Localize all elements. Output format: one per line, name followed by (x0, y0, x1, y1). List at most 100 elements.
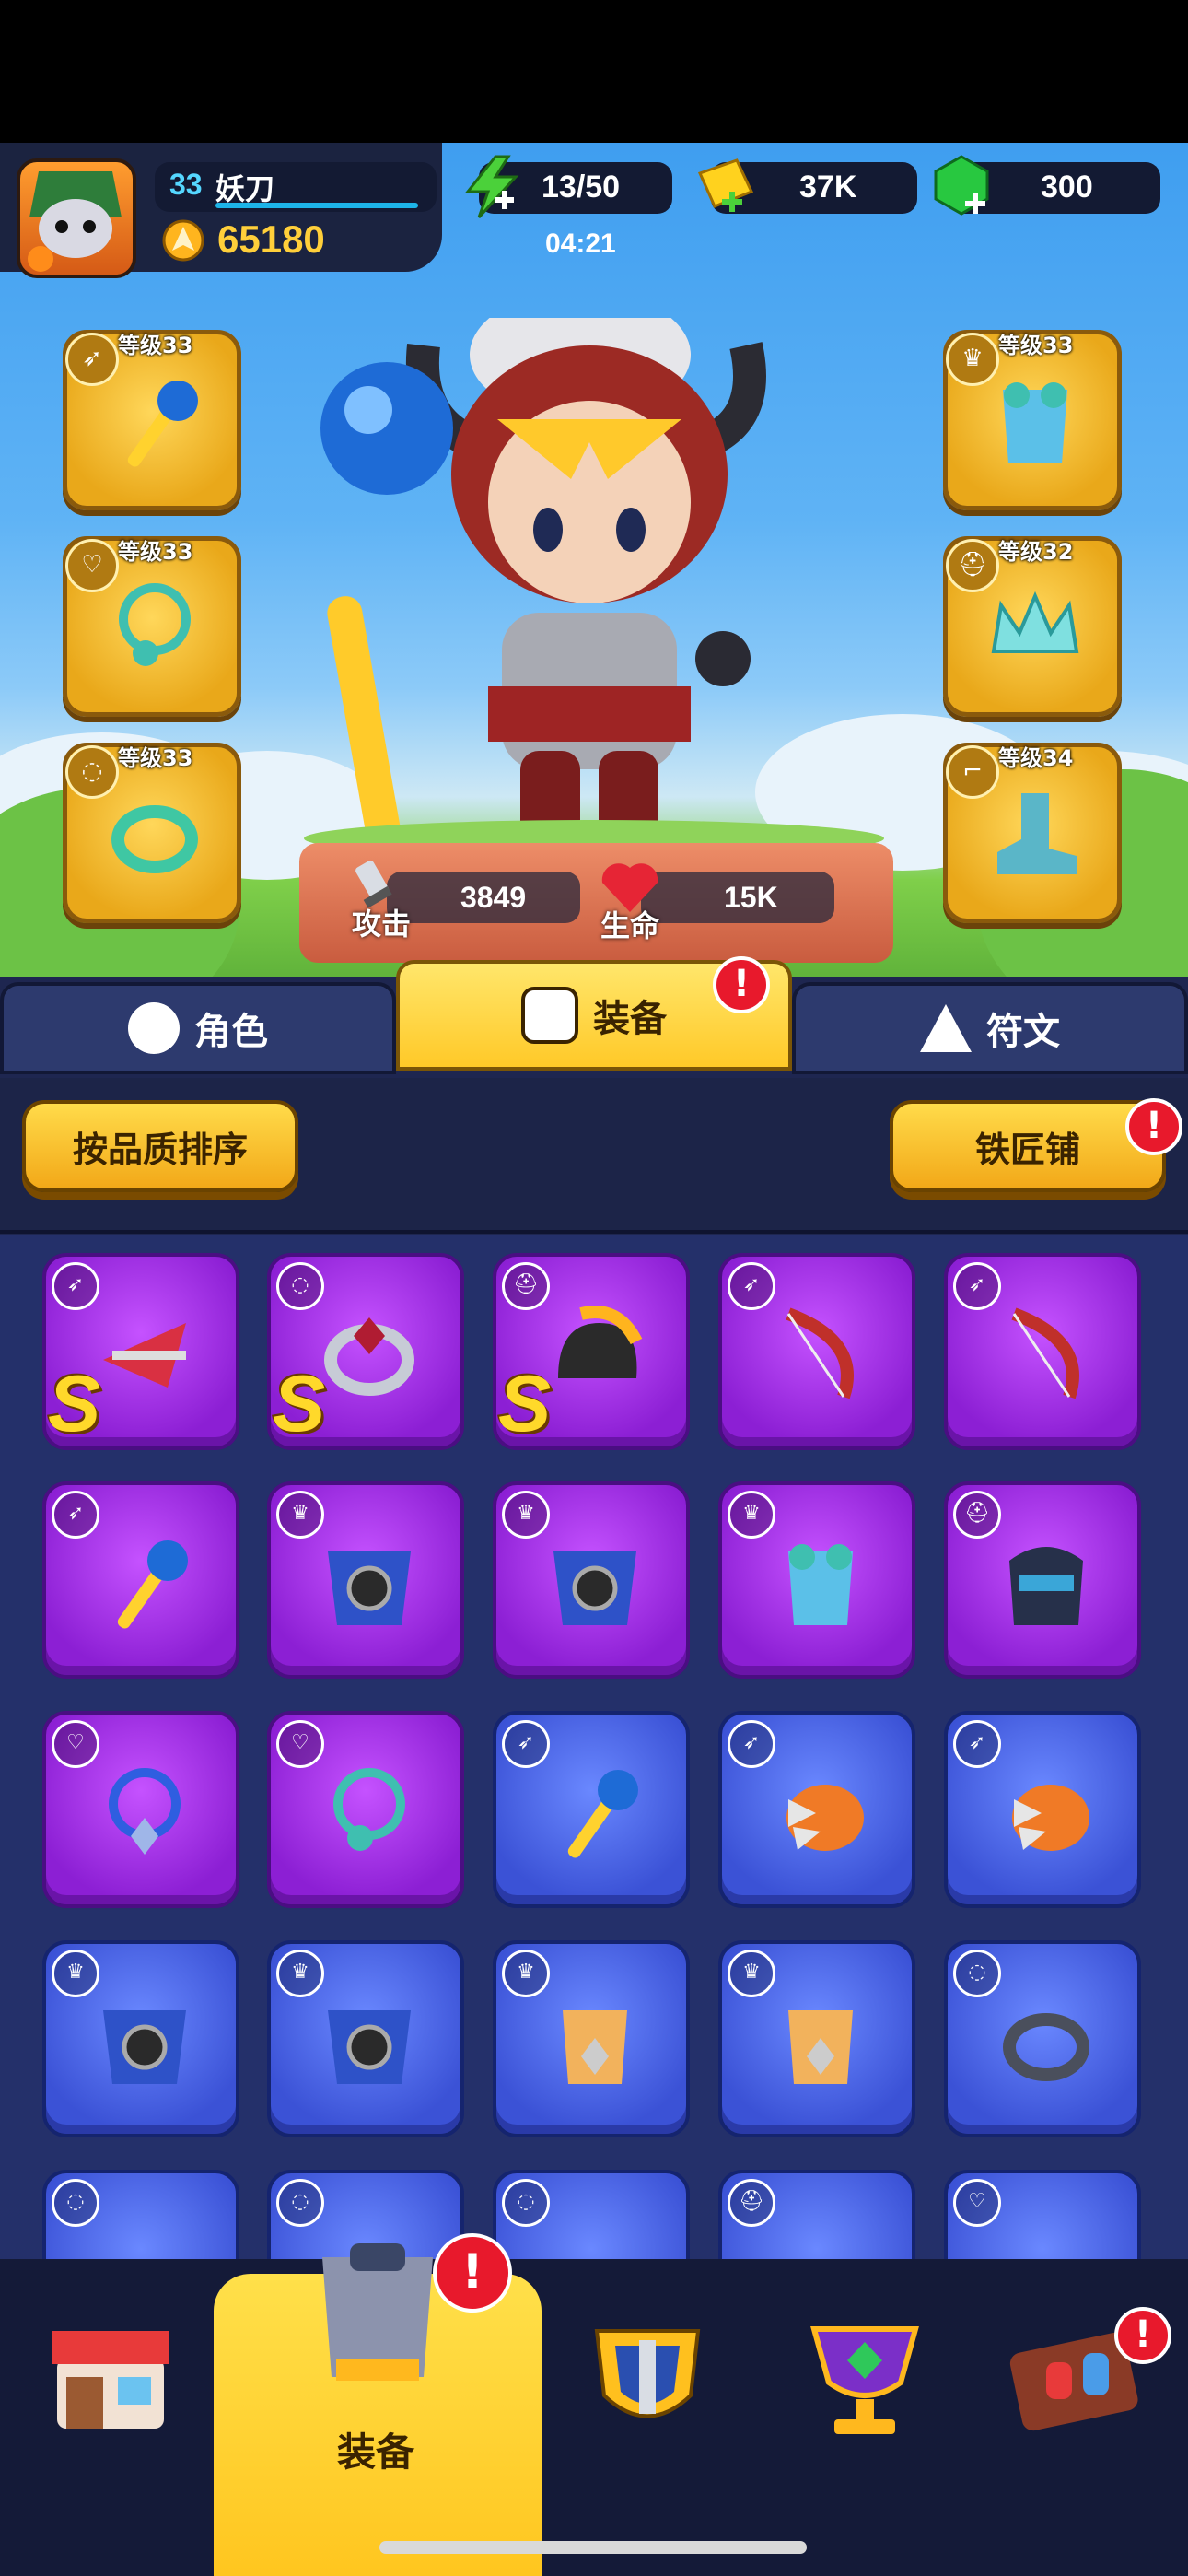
power-icon (162, 219, 204, 262)
armor-type-icon: ♛ (276, 1950, 324, 1997)
tab-character-label: 角色 (194, 1011, 268, 1053)
inventory-item[interactable]: ⛑ S (493, 1253, 690, 1450)
inventory-item[interactable]: ♛ (42, 1940, 239, 2137)
attack-pill: 3849 (387, 872, 580, 923)
slot-level: 等级33 (118, 333, 193, 358)
energy-bolt-icon (464, 155, 519, 219)
bow-icon (786, 1307, 854, 1399)
helmet-icon (558, 1306, 643, 1378)
claw-icon (1012, 1785, 1089, 1851)
mask-helmet-icon (1009, 1547, 1083, 1625)
bow-type-icon: ➶ (502, 1720, 550, 1768)
inventory-item[interactable]: ➶ (944, 1253, 1141, 1450)
shop-icon[interactable] (46, 2313, 175, 2432)
inventory-item[interactable]: ◌ (944, 1940, 1141, 2137)
staff-icon (127, 381, 198, 467)
equip-slot-helmet[interactable]: ⛑ 等级32 (943, 536, 1122, 717)
ring-type-icon: ◌ (953, 1950, 1001, 1997)
armor-type-icon: ♛ (502, 1950, 550, 1997)
equip-slot-boots[interactable]: ⌐ 等级34 (943, 743, 1122, 923)
inventory-item[interactable]: ♛ (267, 1940, 464, 2137)
nav-equipment-label: 装备 (337, 2430, 415, 2475)
inventory-item[interactable]: ♛ (267, 1481, 464, 1679)
grade-s-label: S (498, 1360, 552, 1448)
crossbow-icon (103, 1323, 186, 1388)
necklace-type-icon: ♡ (276, 1720, 324, 1768)
equip-slot-necklace[interactable]: ♡ 等级33 (63, 536, 241, 717)
bow-type-icon: ➶ (728, 1262, 775, 1310)
ring-type-icon: ◌ (502, 2179, 550, 2227)
inventory-item[interactable]: ➶ S (42, 1253, 239, 1450)
inventory-item[interactable]: ♡ (42, 1711, 239, 1908)
necklace-type-icon: ♡ (953, 2179, 1001, 2227)
inventory-item[interactable]: ♛ (718, 1940, 915, 2137)
player-avatar[interactable] (17, 158, 136, 278)
claw-icon (786, 1785, 864, 1851)
inventory-item[interactable]: ➶ (718, 1253, 915, 1450)
boots-icon (997, 793, 1077, 874)
inventory-item[interactable]: ◌ (493, 2170, 690, 2259)
blacksmith-button[interactable]: 铁匠铺 (890, 1100, 1166, 1192)
bow-type-icon: ➶ (728, 1720, 775, 1768)
slot-level: 等级33 (998, 333, 1074, 358)
tab-equipment-label: 装备 (593, 998, 667, 1040)
inventory-item[interactable]: ➶ (493, 1711, 690, 1908)
armor-type-icon: ♛ (728, 1950, 775, 1997)
armor-type-icon: ♛ (502, 1491, 550, 1539)
armor-icon (1003, 382, 1067, 463)
player-power: 65180 (217, 217, 325, 261)
inventory-item[interactable]: ⛑ (944, 1481, 1141, 1679)
tab-character[interactable]: 角色 (0, 982, 396, 1074)
sort-by-quality-button[interactable]: 按品质排序 (22, 1100, 298, 1192)
gold-value: 37K (799, 170, 857, 205)
hp-label: 生命 (600, 909, 660, 943)
equip-slot-ring[interactable]: ◌ 等级33 (63, 743, 241, 923)
inventory-item[interactable]: ◌ (42, 2170, 239, 2259)
attack-label: 攻击 (352, 907, 412, 941)
inventory-grid: ➶ S ◌ S ⛑ S ➶ ➶ ➶ ♛ ♛ ♛ ⛑ ♡ ♡ ➶ ➶ ➶ ♛ ♛ … (0, 1235, 1188, 2259)
slot-level: 等级33 (118, 539, 193, 565)
ring-type-icon: ◌ (276, 1262, 324, 1310)
helmet-type-icon: ⛑ (953, 1491, 1001, 1539)
armor-icon (788, 1544, 853, 1625)
cat-avatar-icon (28, 171, 122, 272)
bow-icon (1011, 1307, 1079, 1399)
character-tab-icon (128, 1002, 180, 1054)
hp-pill: 15K (641, 872, 834, 923)
equip-slot-armor[interactable]: ♛ 等级33 (943, 330, 1122, 510)
inventory-item[interactable]: ♛ (718, 1481, 915, 1679)
slot-level: 等级34 (998, 745, 1074, 771)
cloak-armor-icon (553, 1551, 636, 1625)
tab-runes-label: 符文 (986, 1011, 1060, 1053)
sort-button-label: 按品质排序 (72, 1129, 248, 1170)
equipment-tab-alert-badge: ! (713, 956, 770, 1013)
grade-s-label: S (273, 1360, 326, 1448)
inventory-item[interactable]: ♛ (493, 1481, 690, 1679)
equip-slot-weapon[interactable]: ➶ 等级33 (63, 330, 241, 510)
ring-icon (111, 805, 198, 873)
inventory-item[interactable]: ⛑ (718, 2170, 915, 2259)
necklace-icon (109, 1768, 181, 1855)
trophy-icon[interactable] (805, 2316, 925, 2445)
home-indicator (379, 2541, 807, 2554)
armor-type-icon: ♛ (276, 1491, 324, 1539)
helmet-type-icon: ⛑ (502, 1262, 550, 1310)
inventory-item[interactable]: ➶ (944, 1711, 1141, 1908)
player-level-pill: 33 妖刀 (155, 162, 437, 212)
inventory-item[interactable]: ♛ (493, 1940, 690, 2137)
inventory-item[interactable]: ♡ (267, 1711, 464, 1908)
bow-type-icon: ➶ (52, 1262, 99, 1310)
bow-type-icon: ➶ (953, 1262, 1001, 1310)
ring-type-icon: ◌ (276, 2179, 324, 2227)
shield-icon[interactable] (588, 2313, 707, 2441)
armor-type-icon: ♛ (728, 1491, 775, 1539)
crafting-alert-badge: ! (1114, 2307, 1171, 2364)
inventory-item[interactable]: ♡ (944, 2170, 1141, 2259)
chest-armor-icon (563, 2010, 627, 2084)
ring-type-icon: ◌ (52, 2179, 99, 2227)
inventory-item[interactable]: ◌ S (267, 1253, 464, 1450)
inventory-item[interactable]: ➶ (718, 1711, 915, 1908)
slot-level: 等级33 (118, 745, 193, 771)
tab-runes[interactable]: 符文 (792, 982, 1188, 1074)
inventory-item[interactable]: ➶ (42, 1481, 239, 1679)
